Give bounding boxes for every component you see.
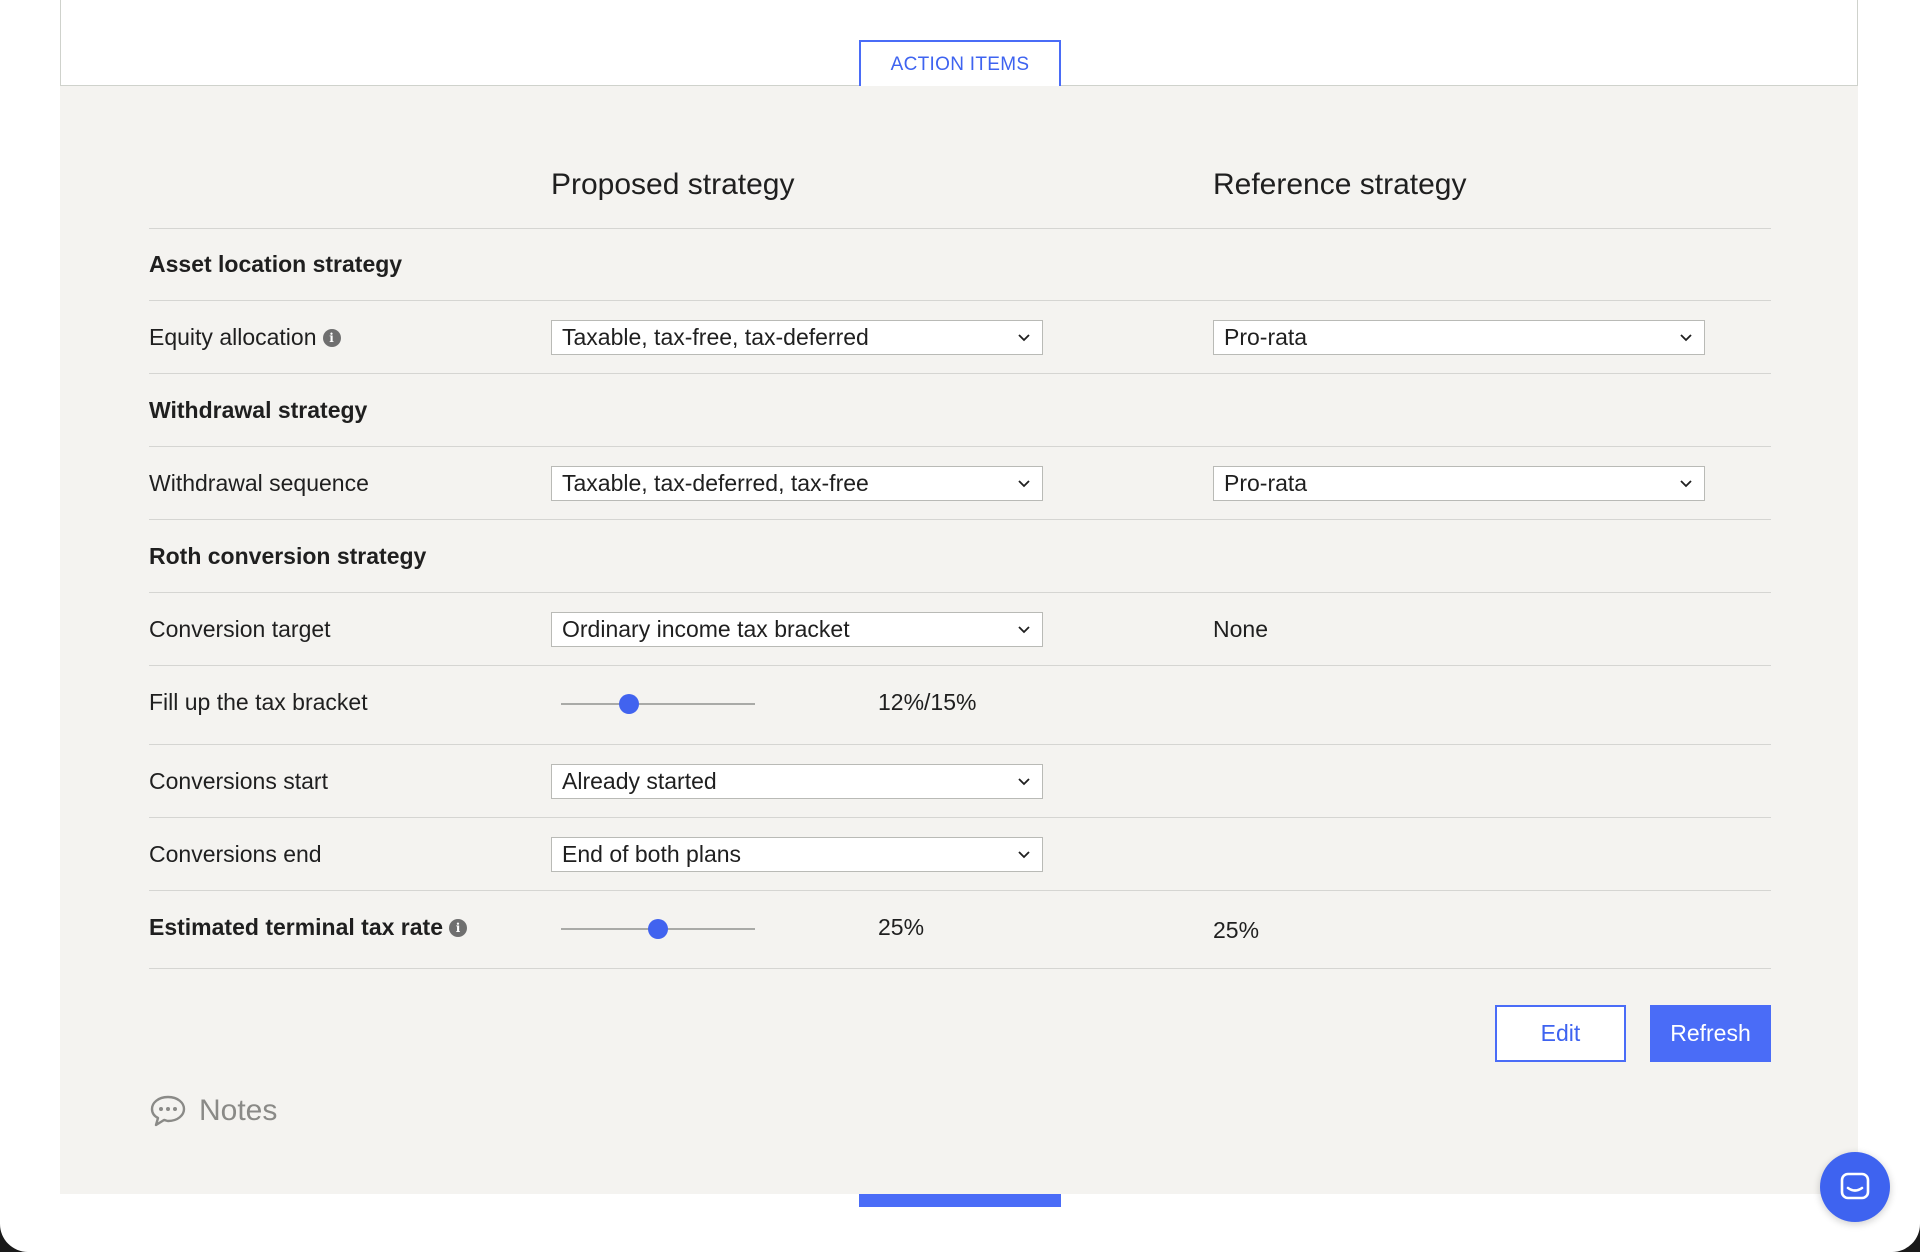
asset-location-section-title: Asset location strategy [149, 251, 403, 277]
divider [149, 373, 1771, 374]
divider [149, 665, 1771, 666]
chevron-down-icon [1680, 480, 1692, 488]
chevron-down-icon [1018, 626, 1030, 634]
strategy-panel: Proposed strategy Reference strategy Ass… [60, 86, 1858, 1194]
info-icon[interactable]: i [322, 328, 341, 347]
divider [149, 300, 1771, 301]
equity-allocation-reference-select[interactable]: Pro-rata [1213, 320, 1705, 355]
terminal-tax-rate-label: Estimated terminal tax rate i [149, 914, 468, 941]
action-items-tab[interactable]: ACTION ITEMS [859, 40, 1061, 87]
select-value: Ordinary income tax bracket [562, 616, 850, 642]
select-value: Taxable, tax-deferred, tax-free [562, 470, 869, 496]
roth-section-title: Roth conversion strategy [149, 543, 427, 569]
app-viewport: ACTION ITEMS Proposed strategy Reference… [0, 0, 1920, 1252]
slider-thumb[interactable] [648, 919, 668, 939]
conversion-target-label: Conversion target [149, 616, 331, 642]
info-icon[interactable]: i [449, 918, 468, 937]
speech-bubble-icon [150, 1095, 186, 1127]
fill-bracket-value: 12%/15% [878, 689, 977, 715]
chat-launcher-button[interactable] [1820, 1152, 1890, 1222]
terminal-tax-rate-reference-value: 25% [1213, 917, 1260, 943]
withdrawal-sequence-proposed-select[interactable]: Taxable, tax-deferred, tax-free [551, 466, 1043, 501]
edit-button[interactable]: Edit [1495, 1005, 1626, 1062]
divider [149, 817, 1771, 818]
fill-bracket-slider[interactable] [561, 692, 755, 716]
select-value: Already started [562, 768, 717, 794]
chevron-down-icon [1680, 334, 1692, 342]
slider-track [561, 703, 755, 705]
withdrawal-sequence-label: Withdrawal sequence [149, 470, 369, 496]
chat-icon [1840, 1172, 1870, 1200]
terminal-tax-rate-slider[interactable] [561, 917, 755, 941]
notes-toggle[interactable]: Notes [149, 1094, 277, 1128]
chevron-down-icon [1018, 480, 1030, 488]
chevron-down-icon [1018, 851, 1030, 859]
slider-thumb[interactable] [618, 694, 639, 714]
divider [149, 446, 1771, 447]
notes-label: Notes [199, 1094, 278, 1127]
divider [149, 592, 1771, 593]
terminal-tax-rate-text: Estimated terminal tax rate [149, 914, 444, 940]
select-value: Pro-rata [1224, 470, 1308, 496]
withdrawal-section-title: Withdrawal strategy [149, 397, 368, 423]
conversions-end-label: Conversions end [149, 841, 322, 867]
fill-bracket-label: Fill up the tax bracket [149, 689, 368, 715]
chevron-down-icon [1018, 778, 1030, 786]
conversions-start-label: Conversions start [149, 768, 328, 794]
divider [149, 519, 1771, 520]
equity-allocation-text: Equity allocation [149, 324, 317, 350]
conversion-target-proposed-select[interactable]: Ordinary income tax bracket [551, 612, 1043, 647]
divider [149, 228, 1771, 229]
conversions-start-select[interactable]: Already started [551, 764, 1043, 799]
divider [149, 968, 1771, 969]
conversions-end-select[interactable]: End of both plans [551, 837, 1043, 872]
equity-allocation-label: Equity allocation i [149, 324, 341, 351]
select-value: Pro-rata [1224, 324, 1308, 350]
withdrawal-sequence-reference-select[interactable]: Pro-rata [1213, 466, 1705, 501]
terminal-tax-rate-value: 25% [878, 914, 925, 940]
select-value: End of both plans [562, 841, 742, 867]
refresh-button[interactable]: Refresh [1650, 1005, 1771, 1062]
divider [149, 890, 1771, 891]
proposed-strategy-header: Proposed strategy [551, 168, 795, 201]
conversion-target-reference-value: None [1213, 616, 1268, 642]
select-value: Taxable, tax-free, tax-deferred [562, 324, 869, 350]
divider [149, 744, 1771, 745]
bottom-tab-indicator [859, 1194, 1061, 1207]
equity-allocation-proposed-select[interactable]: Taxable, tax-free, tax-deferred [551, 320, 1043, 355]
reference-strategy-header: Reference strategy [1213, 168, 1467, 201]
chevron-down-icon [1018, 334, 1030, 342]
